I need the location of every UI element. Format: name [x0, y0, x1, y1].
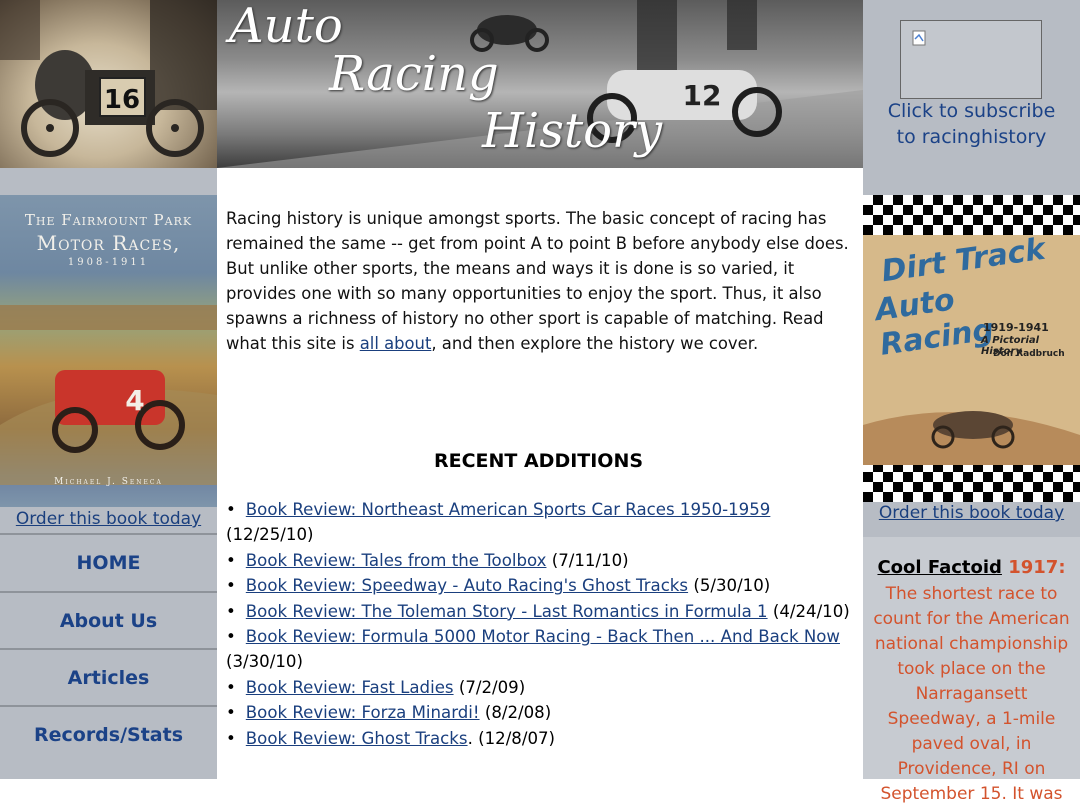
factoid-year: 1917: — [1008, 557, 1066, 578]
nav-home[interactable]: HOME — [0, 533, 217, 591]
factoid-body: The shortest race to count for the Ameri… — [873, 584, 1070, 804]
intro-text-after: , and then explore the history we cover. — [431, 334, 759, 353]
list-item: Book Review: Tales from the Toolbox (7/1… — [226, 548, 851, 573]
recent-item-link[interactable]: Book Review: Fast Ladies — [246, 678, 454, 697]
recent-item-date: (8/2/08) — [484, 703, 552, 723]
recent-additions-list: Book Review: Northeast American Sports C… — [226, 497, 851, 751]
recent-item-link[interactable]: Book Review: Speedway - Auto Racing's Gh… — [246, 576, 688, 595]
book-title-line1: The Fairmount Park — [24, 211, 193, 229]
list-item: Book Review: Ghost Tracks. (12/8/07) — [226, 726, 851, 751]
nav-about-us[interactable]: About Us — [0, 591, 217, 649]
dirt-track-book-cover[interactable]: Dirt Track Auto Racing 1919-1941 A Picto… — [863, 195, 1080, 502]
nav-records-stats[interactable]: Records/Stats — [0, 705, 217, 763]
book-years-right: 1919-1941 — [983, 321, 1049, 334]
recent-item-link[interactable]: Book Review: Northeast American Sports C… — [246, 500, 771, 519]
factoid-heading: Cool Factoid 1917: — [863, 557, 1080, 578]
list-item: Book Review: Formula 5000 Motor Racing -… — [226, 624, 851, 675]
recent-item-date: (7/2/09) — [458, 677, 526, 697]
recent-item-date: (12/25/10) — [226, 525, 314, 545]
book-author-right: Don Radbruch — [993, 349, 1065, 359]
right-order-book-link[interactable]: Order this book today — [863, 503, 1080, 523]
recent-additions-heading: RECENT ADDITIONS — [433, 450, 644, 472]
recent-item-date: (3/30/10) — [226, 652, 303, 672]
dirt-track-artwork — [863, 411, 1080, 465]
intro-text-before: Racing history is unique amongst sports.… — [226, 209, 849, 353]
subscribe-line2: to racinghistory — [896, 126, 1047, 148]
subscribe-line1: Click to subscribe — [887, 100, 1056, 122]
header-banner[interactable]: 12 Auto Racing History — [217, 0, 863, 168]
banner-word-racing: Racing — [329, 46, 499, 102]
recent-item-date: (4/24/10) — [772, 601, 850, 621]
book-author: Michael J. Seneca — [54, 477, 163, 487]
cool-factoid-box: Cool Factoid 1917: The shortest race to … — [863, 537, 1080, 804]
fairmount-park-book-cover[interactable]: The Fairmount Park Motor Races, 1908-191… — [0, 195, 217, 507]
list-item: Book Review: Speedway - Auto Racing's Gh… — [226, 573, 851, 598]
list-item: Book Review: Forza Minardi! (8/2/08) — [226, 700, 851, 725]
recent-item-link[interactable]: Book Review: The Toleman Story - Last Ro… — [246, 602, 768, 621]
subscribe-image[interactable] — [900, 20, 1042, 99]
all-about-link[interactable]: all about — [360, 334, 432, 353]
broken-image-icon — [912, 30, 926, 46]
race-car-illustration: 16 — [0, 0, 217, 157]
book-years: 1908-1911 — [67, 257, 150, 268]
book-car-number: 4 — [125, 384, 144, 417]
banner-car-number: 12 — [683, 79, 722, 112]
car-number: 16 — [104, 85, 140, 115]
list-item: Book Review: Fast Ladies (7/2/09) — [226, 675, 851, 700]
recent-item-link[interactable]: Book Review: Formula 5000 Motor Racing -… — [246, 627, 840, 646]
book-title-line2: Motor Races, — [36, 231, 181, 255]
recent-item-date: . (12/8/07) — [467, 728, 556, 748]
checkered-flag-top — [863, 195, 1080, 235]
list-item: Book Review: Northeast American Sports C… — [226, 497, 851, 548]
recent-item-link[interactable]: Book Review: Forza Minardi! — [246, 703, 480, 722]
vintage-race-car-photo: 16 — [0, 0, 217, 168]
nav-articles[interactable]: Articles — [0, 648, 217, 706]
factoid-label: Cool Factoid — [877, 557, 1002, 578]
recent-item-date: (7/11/10) — [551, 550, 629, 570]
banner-word-history: History — [482, 103, 663, 159]
subscribe-link[interactable]: Click to subscribe to racinghistory — [863, 98, 1080, 150]
list-item: Book Review: The Toleman Story - Last Ro… — [226, 599, 851, 624]
recent-item-date: (5/30/10) — [693, 576, 771, 596]
left-order-book-link[interactable]: Order this book today — [0, 509, 217, 529]
recent-item-link[interactable]: Book Review: Tales from the Toolbox — [246, 551, 547, 570]
book-cover-artwork: 4 — [0, 305, 217, 485]
checkered-flag-bottom — [863, 462, 1080, 502]
recent-item-link[interactable]: Book Review: Ghost Tracks — [246, 729, 468, 748]
intro-paragraph: Racing history is unique amongst sports.… — [226, 206, 851, 356]
banner-word-auto: Auto — [229, 0, 343, 54]
